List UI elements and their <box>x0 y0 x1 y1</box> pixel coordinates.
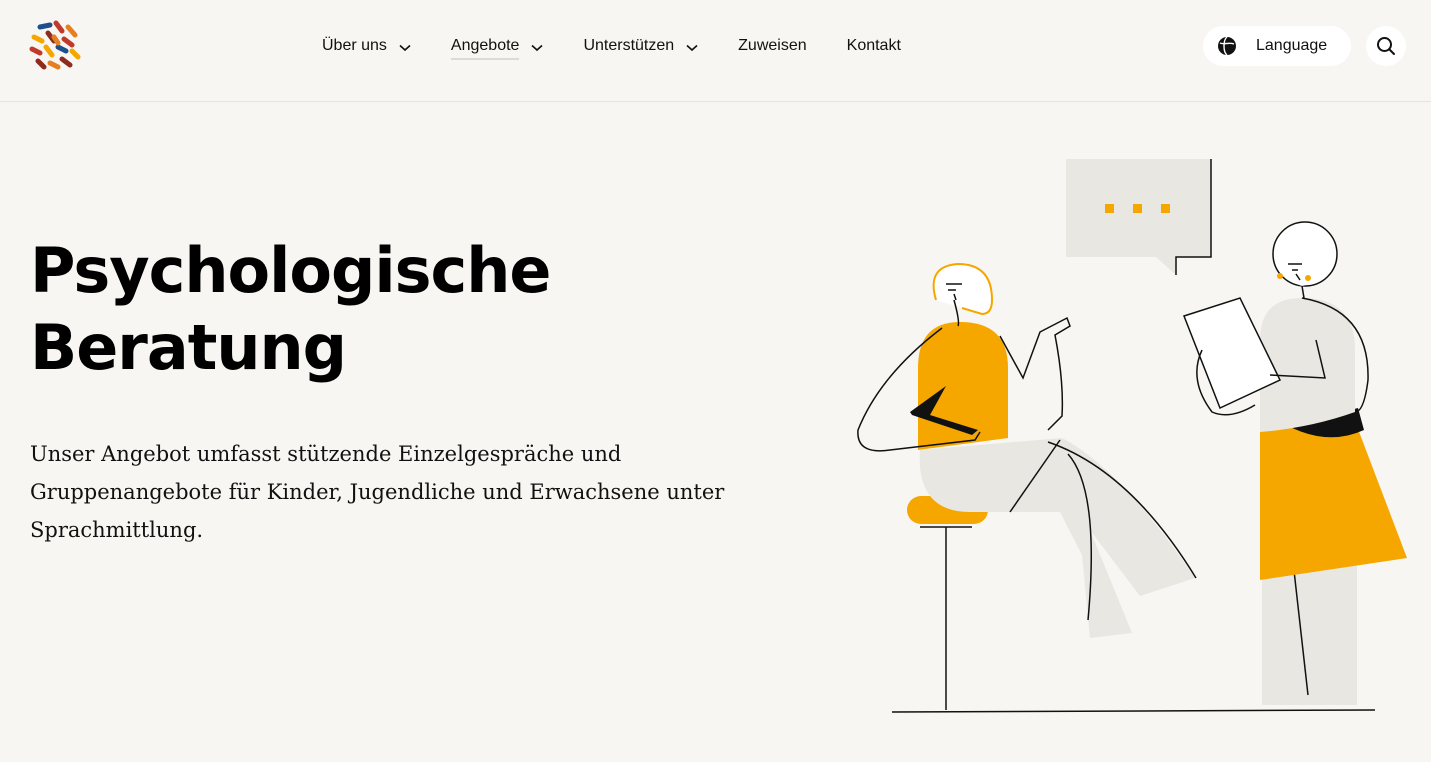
language-button[interactable]: Language <box>1203 26 1351 66</box>
counseling-illustration <box>857 159 1407 713</box>
language-label: Language <box>1256 37 1328 54</box>
nav-item-label: Über uns <box>322 37 387 54</box>
nav-item-zuweisen[interactable]: Zuweisen <box>738 37 806 55</box>
nav-item-ueber-uns[interactable]: Über uns <box>322 37 411 55</box>
main-navigation: Über uns Angebote Unterstützen Zuweisen … <box>322 0 901 92</box>
chevron-down-icon <box>531 44 543 51</box>
search-button[interactable] <box>1366 26 1406 66</box>
nav-item-label: Kontakt <box>846 37 901 54</box>
standing-person <box>1183 221 1407 705</box>
nav-item-label: Unterstützen <box>583 37 675 54</box>
hero-description: Unser Angebot umfasst stützende Einzelge… <box>30 442 725 542</box>
nav-item-label: Angebote <box>450 37 520 60</box>
nav-item-label: Zuweisen <box>738 37 807 54</box>
organization-logo[interactable] <box>28 19 82 73</box>
chevron-down-icon <box>399 44 411 51</box>
seated-person <box>857 262 1197 710</box>
nav-item-kontakt[interactable]: Kontakt <box>847 37 901 55</box>
chevron-down-icon <box>686 44 698 51</box>
search-icon <box>1377 37 1395 55</box>
speech-bubble <box>1066 159 1212 275</box>
nav-item-unterstuetzen[interactable]: Unterstützen <box>583 37 698 55</box>
nav-item-angebote[interactable]: Angebote <box>450 32 544 60</box>
page-title: Psychologische Beratung <box>30 234 551 384</box>
site-header: Über uns Angebote Unterstützen Zuweisen … <box>0 0 1431 102</box>
globe-icon <box>1218 36 1236 56</box>
